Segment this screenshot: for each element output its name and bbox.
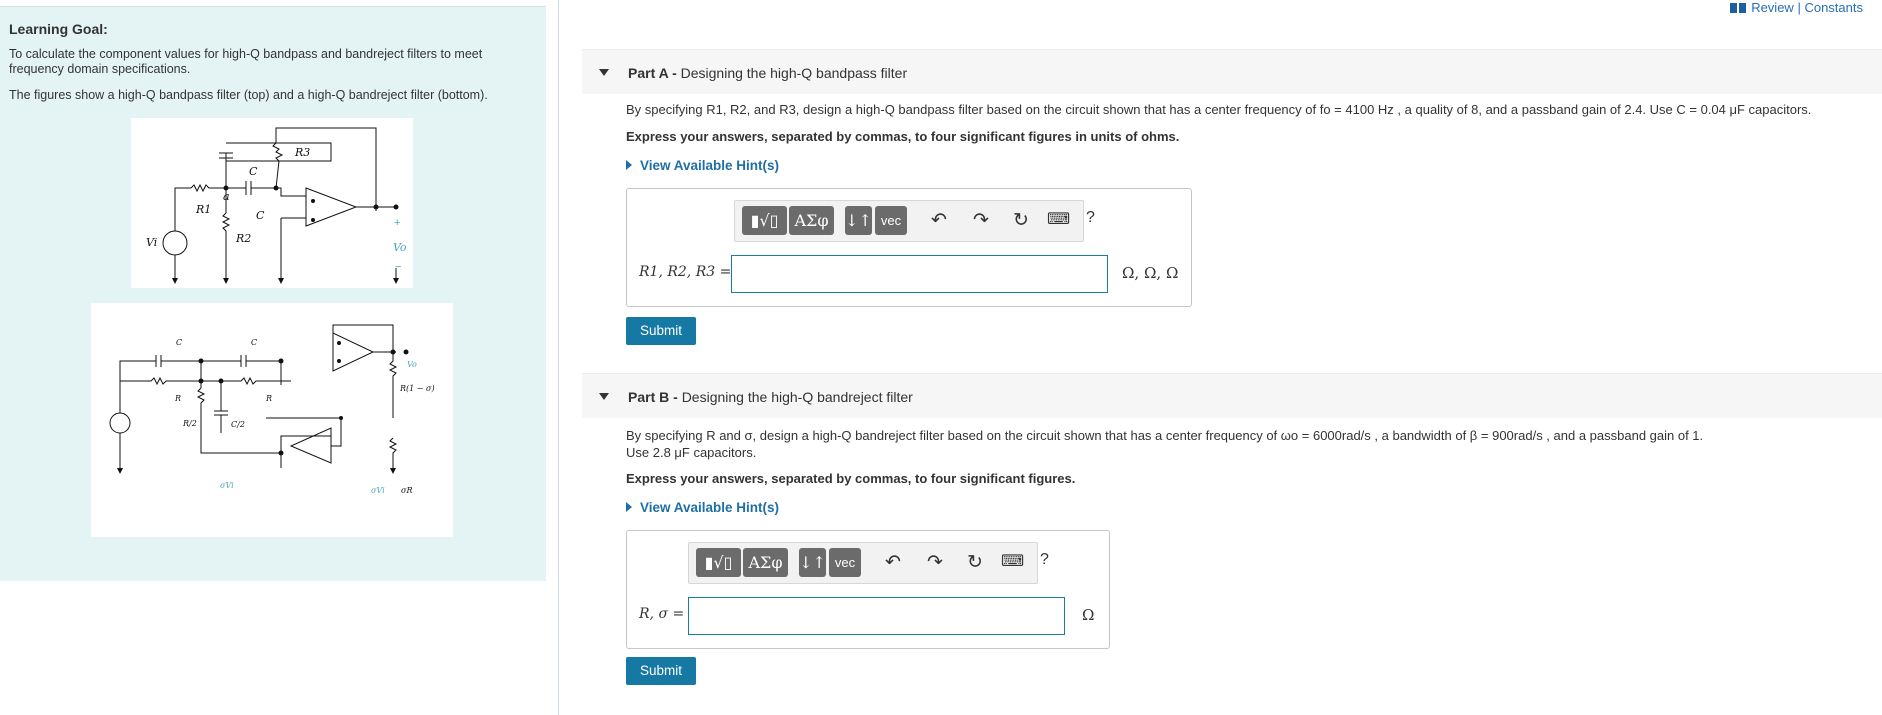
fig2-vo-label: Vo — [407, 360, 417, 369]
templates-button[interactable]: ▮√▯ — [742, 206, 787, 235]
part-b-submit-button[interactable]: Submit — [626, 657, 696, 685]
fig2-r1-label: R — [174, 394, 181, 403]
learning-goal-text: To calculate the component values for hi… — [9, 47, 483, 76]
links-separator: | — [1797, 0, 1801, 15]
part-b-units: Ω — [1082, 606, 1095, 624]
part-b-instruction: Express your answers, separated by comma… — [626, 471, 1076, 486]
part-b-hint-label: View Available Hint(s) — [640, 500, 780, 515]
review-link[interactable]: Review — [1751, 0, 1794, 15]
part-a-submit-button[interactable]: Submit — [626, 317, 696, 345]
bandreject-circuit-diagram: C C R R R/2 C/2 R(1 − σ) σR Vo σVi σVi — [109, 324, 435, 495]
part-b-prompt-line1: By specifying R and σ, design a high-Q b… — [626, 428, 1704, 443]
part-a-prompt: By specifying R1, R2, and R3, design a h… — [626, 102, 1812, 117]
undo-icon[interactable]: ↶ — [931, 209, 947, 232]
part-a-title-text: Designing the high-Q bandpass filter — [680, 65, 908, 81]
part-b-answer-box: ▮√▯ ΑΣφ ↓↑ vec ↶ ↷ ↻ ⌨ ? R, σ = Ω — [626, 530, 1110, 649]
fig1-cap-label-mid: C — [256, 209, 265, 222]
fig1-minus-label: − — [395, 261, 401, 273]
bandreject-circuit-figure: C C R R R/2 C/2 R(1 − σ) σR Vo σVi σVi — [91, 303, 453, 537]
fig2-r-top-label: R(1 − σ) — [399, 384, 435, 393]
review-icon — [1729, 3, 1737, 13]
expand-icon — [626, 160, 632, 170]
figures-caption: The figures show a high-Q bandpass filte… — [9, 88, 488, 102]
fig2-svi-label-left: σVi — [220, 481, 234, 490]
fig1-node-a: a — [223, 190, 230, 203]
part-b-math-toolbar: ▮√▯ ΑΣφ ↓↑ vec ↶ ↷ ↻ ⌨ ? — [688, 542, 1049, 584]
fig1-vo-label: Vo — [393, 241, 407, 254]
fig1-plus-label: + — [394, 217, 400, 229]
fig2-c1-label: C — [176, 338, 182, 347]
part-a-hint-link[interactable]: View Available Hint(s) — [626, 158, 779, 173]
part-a-title: Part A - Designing the high-Q bandpass f… — [628, 65, 907, 81]
help-icon[interactable]: ? — [1040, 551, 1049, 569]
subscript-superscript-button[interactable]: ↓↑ — [845, 206, 872, 235]
fig1-vi-label: Vi — [146, 236, 157, 249]
part-a-header[interactable]: Part A - Designing the high-Q bandpass f… — [582, 49, 1882, 94]
subscript-superscript-button[interactable]: ↓↑ — [799, 548, 826, 577]
part-a-prefix: Part A - — [628, 65, 677, 81]
undo-icon[interactable]: ↶ — [885, 551, 901, 574]
part-b-title-text: Designing the high-Q bandreject filter — [681, 389, 913, 405]
expand-icon — [626, 502, 632, 512]
reset-icon[interactable]: ↻ — [967, 551, 983, 574]
redo-icon[interactable]: ↷ — [927, 551, 943, 574]
fig2-r2-label: R — [265, 394, 272, 403]
greek-symbols-button[interactable]: ΑΣφ — [743, 548, 788, 577]
templates-button[interactable]: ▮√▯ — [696, 548, 741, 577]
part-a-instruction: Express your answers, separated by comma… — [626, 129, 1180, 144]
part-b-header[interactable]: Part B - Designing the high-Q bandreject… — [582, 373, 1882, 418]
learning-goal-panel: Learning Goal: To calculate the componen… — [0, 6, 546, 581]
part-b-hint-link[interactable]: View Available Hint(s) — [626, 500, 779, 515]
panel-divider — [558, 0, 559, 715]
help-icon[interactable]: ? — [1086, 209, 1095, 227]
vector-button[interactable]: vec — [875, 206, 907, 235]
constants-link[interactable]: Constants — [1804, 0, 1863, 15]
review-icon-2 — [1738, 3, 1746, 13]
part-a-hint-label: View Available Hint(s) — [640, 158, 780, 173]
part-b-prefix: Part B - — [628, 389, 678, 405]
fig1-r1-label: R1 — [195, 203, 211, 216]
fig1-r2-label: R2 — [235, 232, 251, 245]
redo-icon[interactable]: ↷ — [973, 209, 989, 232]
fig1-r3-label: R3 — [294, 146, 310, 159]
bandpass-circuit-figure: C C R1 R2 R3 a Vi Vo + − — [131, 118, 413, 288]
part-a-answer-box: ▮√▯ ΑΣφ ↓↑ vec ↶ ↷ ↻ ⌨ ? R1, R2, R3 = Ω,… — [626, 188, 1192, 307]
part-a-math-toolbar: ▮√▯ ΑΣφ ↓↑ vec ↶ ↷ ↻ ⌨ ? — [734, 200, 1095, 242]
fig2-rhalf-label: R/2 — [182, 419, 197, 428]
part-a-answer-input[interactable] — [731, 255, 1108, 293]
part-b-field-label: R, σ = — [639, 606, 685, 622]
part-b-prompt-line2: Use 2.8 μF capacitors. — [626, 445, 757, 460]
fig2-r-bottom-label: σR — [401, 486, 412, 495]
fig2-c-double-label: C/2 — [231, 420, 245, 429]
part-b-title: Part B - Designing the high-Q bandreject… — [628, 389, 913, 405]
reset-icon[interactable]: ↻ — [1013, 209, 1029, 232]
collapse-icon[interactable] — [599, 69, 609, 76]
fig2-c2-label: C — [251, 338, 257, 347]
keyboard-icon[interactable]: ⌨ — [1001, 551, 1024, 571]
part-a-field-label: R1, R2, R3 = — [639, 264, 732, 280]
learning-goal-title: Learning Goal: — [9, 21, 108, 37]
top-links: Review | Constants — [1729, 0, 1863, 15]
bandpass-circuit-diagram: C C R1 R2 R3 a Vi Vo + − — [146, 127, 407, 284]
keyboard-icon[interactable]: ⌨ — [1047, 209, 1070, 229]
fig1-cap-label-top: C — [249, 165, 258, 178]
greek-symbols-button[interactable]: ΑΣφ — [789, 206, 834, 235]
part-a-units: Ω, Ω, Ω — [1122, 264, 1179, 282]
part-b-answer-input[interactable] — [688, 597, 1065, 635]
collapse-icon[interactable] — [599, 393, 609, 400]
vector-button[interactable]: vec — [829, 548, 861, 577]
fig2-svi-label-right: σVi — [371, 486, 385, 495]
